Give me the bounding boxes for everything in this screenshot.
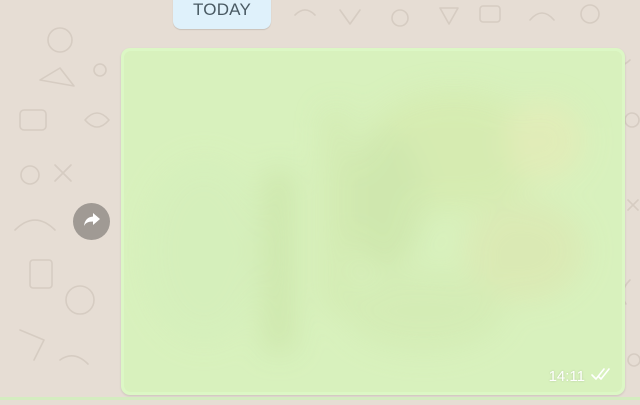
blurred-image bbox=[124, 51, 622, 392]
double-check-icon bbox=[591, 367, 613, 385]
forward-arrow-icon bbox=[82, 209, 102, 234]
date-divider: TODAY bbox=[173, 0, 271, 29]
forward-button[interactable] bbox=[73, 203, 110, 240]
message-time: 14:11 bbox=[548, 367, 585, 385]
message-meta: 14:11 bbox=[549, 367, 613, 385]
outgoing-image-message: 14:11 bbox=[121, 48, 625, 395]
blurred-image-thumbnail[interactable] bbox=[124, 51, 622, 392]
date-divider-label: TODAY bbox=[193, 0, 251, 19]
